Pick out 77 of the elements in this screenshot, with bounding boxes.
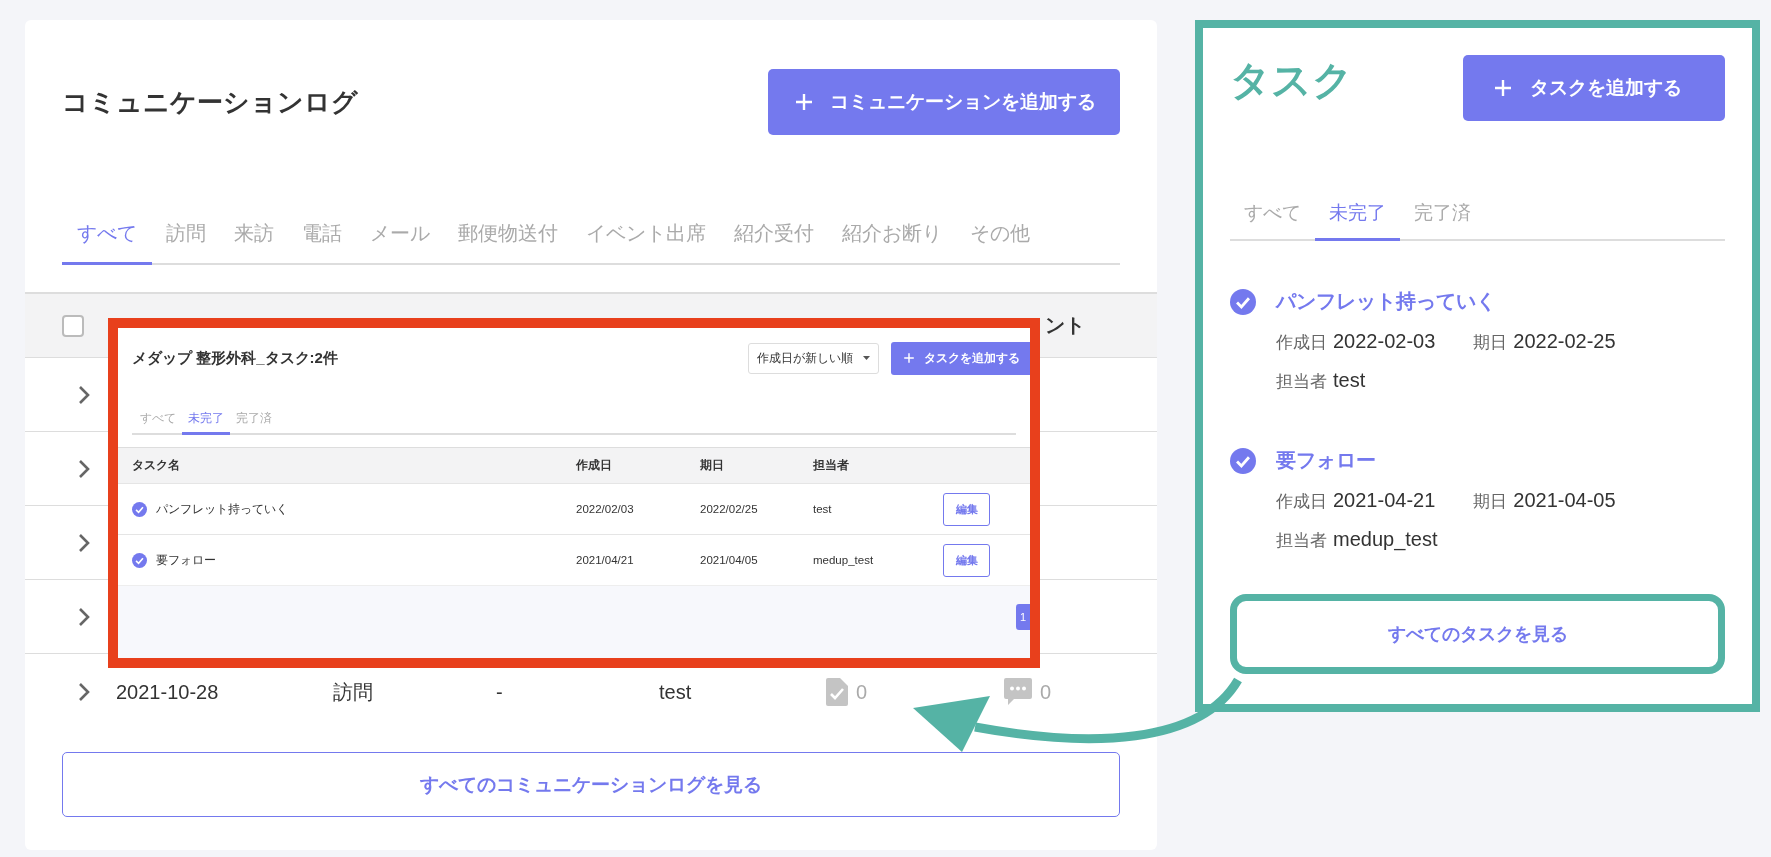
- view-all-tasks-button[interactable]: すべてのタスクを見る: [1230, 594, 1725, 674]
- add-task-button[interactable]: タスクを追加する: [891, 341, 1030, 375]
- caret-down-icon: [863, 356, 870, 360]
- field-label: 担当者: [1276, 371, 1327, 393]
- column-heading: 担当者: [813, 458, 850, 473]
- add-communication-button[interactable]: コミュニケーションを追加する: [768, 69, 1120, 135]
- tab[interactable]: メール: [356, 205, 444, 265]
- edit-button[interactable]: 編集: [943, 492, 990, 526]
- button-label: タスクを追加する: [1530, 76, 1682, 100]
- tab[interactable]: すべて: [1230, 188, 1315, 241]
- task-name: 要フォロー: [156, 552, 216, 568]
- date-value: 2022-02-25: [1513, 330, 1616, 353]
- table-cell-text: -: [496, 680, 504, 704]
- table-cell-text: 2022/02/03: [576, 503, 635, 515]
- tab[interactable]: 訪問: [152, 205, 220, 265]
- plus-icon: [903, 352, 915, 364]
- tab[interactable]: 郵便物送付: [444, 205, 572, 265]
- field-label: 担当者: [1276, 530, 1327, 552]
- tab[interactable]: 紹介お断り: [828, 205, 956, 265]
- comment-icon: [1004, 678, 1032, 706]
- owner-value: test: [1333, 369, 1366, 392]
- chevron-right-icon[interactable]: [78, 458, 90, 479]
- button-label: コミュニケーションを追加する: [830, 90, 1096, 114]
- owner-value: medup_test: [1333, 528, 1438, 551]
- tab[interactable]: 来訪: [220, 205, 288, 265]
- chevron-right-icon[interactable]: [78, 384, 90, 405]
- select-all-checkbox[interactable]: [62, 314, 84, 337]
- tab[interactable]: 未完了: [182, 405, 230, 435]
- tab[interactable]: その他: [956, 205, 1044, 265]
- field-label: 期日: [1473, 332, 1508, 354]
- inset-title: メダップ 整形外科_タスク:2件: [132, 348, 339, 368]
- column-heading: 期日: [700, 458, 725, 473]
- plus-icon: [1493, 78, 1513, 98]
- tab[interactable]: 完了済: [230, 405, 278, 435]
- field-label: 作成日: [1276, 491, 1327, 513]
- column-heading: タスク名: [132, 458, 181, 473]
- select-value: 作成日が新しい順: [757, 350, 853, 366]
- tab[interactable]: 未完了: [1315, 188, 1400, 241]
- table-cell-text: test: [813, 503, 833, 515]
- section-title: コミュニケーションログ: [62, 85, 358, 119]
- table-cell-text: 2021-10-28: [116, 680, 220, 704]
- view-all-communication-button[interactable]: すべてのコミュニケーションログを見る: [62, 752, 1120, 817]
- tab[interactable]: すべて: [132, 405, 182, 435]
- date-value: 2022-02-03: [1333, 330, 1436, 353]
- page-button[interactable]: 1: [1016, 604, 1030, 630]
- date-value: 2021-04-21: [1333, 489, 1436, 512]
- task-name[interactable]: 要フォロー: [1276, 447, 1725, 474]
- tab[interactable]: イベント出席: [572, 205, 720, 265]
- field-label: 期日: [1473, 491, 1508, 513]
- column-heading: ント: [1045, 313, 1085, 338]
- table-cell-text: medup_test: [813, 554, 875, 566]
- task-name: パンフレット持っていく: [156, 501, 288, 517]
- tab[interactable]: すべて: [62, 205, 152, 265]
- sort-select[interactable]: 作成日が新しい順: [748, 342, 879, 374]
- add-task-button[interactable]: タスクを追加する: [1463, 55, 1725, 121]
- table-cell-text: 2021/04/21: [576, 554, 635, 566]
- date-value: 2021-04-05: [1513, 489, 1616, 512]
- table-cell-text: test: [659, 680, 693, 704]
- comment-count: 0: [1040, 680, 1052, 704]
- plus-icon: [794, 92, 814, 112]
- edit-button[interactable]: 編集: [943, 543, 990, 577]
- task-name[interactable]: パンフレット持っていく: [1276, 288, 1725, 315]
- table-cell-text: 2022/02/25: [700, 503, 759, 515]
- tab[interactable]: 電話: [288, 205, 356, 265]
- button-label: タスクを追加する: [924, 350, 1020, 366]
- panel-title: タスク: [1230, 57, 1353, 104]
- chevron-right-icon[interactable]: [78, 682, 90, 702]
- tab[interactable]: 紹介受付: [720, 205, 828, 265]
- task-count: 0: [856, 680, 868, 704]
- chevron-right-icon[interactable]: [78, 606, 90, 627]
- column-heading: 作成日: [576, 458, 613, 473]
- document-check-icon: [826, 678, 848, 706]
- chevron-right-icon[interactable]: [78, 532, 90, 553]
- table-cell-text: 訪問: [333, 679, 374, 705]
- table-cell-text: 2021/04/05: [700, 554, 759, 566]
- field-label: 作成日: [1276, 332, 1327, 354]
- tab[interactable]: 完了済: [1400, 188, 1485, 241]
